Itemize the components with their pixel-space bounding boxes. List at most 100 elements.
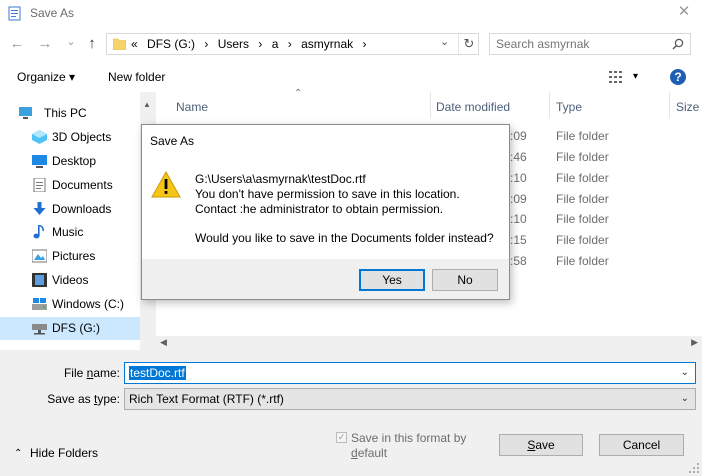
save-format-checkbox-label: Save in this format by default	[351, 431, 467, 460]
new-folder-button[interactable]: New folder	[108, 70, 165, 84]
no-button[interactable]: No	[432, 269, 498, 291]
dialog-title: Save As	[150, 134, 195, 148]
row-date: :10	[510, 171, 527, 185]
dialog-button-bar: Yes No	[142, 259, 509, 299]
save-as-type-select[interactable]: Rich Text Format (RTF) (*.rtf) ⌄	[124, 388, 696, 410]
window-title: Save As	[30, 6, 75, 20]
sidebar-item-this-pc[interactable]: This PC	[0, 102, 140, 125]
row-type: File folder	[556, 233, 609, 247]
dialog-path: G:\Users\a\asmyrnak\testDoc.rtf	[195, 172, 366, 186]
resize-grip-icon[interactable]	[688, 462, 700, 474]
view-options-icon[interactable]	[609, 71, 625, 83]
sidebar-item-windows-c[interactable]: Windows (C:)	[0, 293, 140, 316]
videos-icon	[32, 273, 47, 287]
sidebar-item-videos[interactable]: Videos	[0, 269, 140, 292]
yes-button[interactable]: Yes	[359, 269, 425, 291]
save-as-app-icon	[8, 6, 21, 21]
breadcrumb-separator[interactable]: ›	[204, 37, 208, 51]
pictures-icon	[32, 249, 47, 263]
save-as-type-label: Save as type:	[47, 392, 120, 406]
forward-arrow-icon[interactable]: →	[36, 34, 54, 54]
breadcrumb-users[interactable]: Users	[218, 37, 249, 51]
refresh-icon[interactable]: ↻	[458, 34, 479, 54]
sidebar-item-downloads[interactable]: Downloads	[0, 198, 140, 221]
row-date: :46	[510, 150, 527, 164]
desktop-icon	[32, 155, 47, 168]
file-name-label: File name:	[63, 366, 120, 380]
row-type: File folder	[556, 129, 609, 143]
scroll-left-icon[interactable]: ◀	[160, 337, 167, 348]
dialog-message-line: You don't have permission to save in thi…	[195, 187, 460, 201]
dialog-message-line: Contact :he administrator to obtain perm…	[195, 202, 444, 216]
drive-icon	[32, 298, 47, 310]
row-type: File folder	[556, 171, 609, 185]
sidebar-item-music[interactable]: Music	[0, 221, 140, 244]
breadcrumb-dfs[interactable]: DFS (G:)	[147, 37, 195, 51]
save-as-type-value: Rich Text Format (RTF) (*.rtf)	[129, 392, 284, 406]
download-icon	[33, 202, 46, 215]
search-icon[interactable]	[672, 38, 684, 50]
permission-dialog: Save As G:\Users\a\asmyrnak\testDoc.rtf …	[141, 124, 510, 300]
back-arrow-icon[interactable]: ←	[8, 34, 26, 54]
row-type: File folder	[556, 212, 609, 226]
close-icon[interactable]: ✕	[676, 4, 692, 20]
column-divider[interactable]	[669, 92, 670, 118]
hide-folders-chevron-icon[interactable]: ⌃	[14, 448, 22, 459]
search-input[interactable]	[496, 37, 666, 51]
warning-icon	[151, 171, 181, 198]
row-date: :09	[510, 192, 527, 206]
save-as-type-dropdown-icon[interactable]: ⌄	[681, 393, 689, 404]
column-header-type[interactable]: Type	[556, 100, 582, 114]
command-bar	[0, 64, 702, 93]
column-header-size[interactable]: Size	[676, 100, 699, 114]
cancel-button[interactable]: Cancel	[599, 434, 684, 456]
row-date: :15	[510, 233, 527, 247]
row-type: File folder	[556, 192, 609, 206]
dialog-question: Would you like to save in the Documents …	[195, 231, 494, 245]
file-name-dropdown-icon[interactable]: ⌄	[681, 367, 689, 378]
title-bar	[0, 0, 702, 28]
organize-menu[interactable]: Organize ▾	[17, 70, 75, 84]
sidebar-item-documents[interactable]: Documents	[0, 174, 140, 197]
address-dropdown-icon[interactable]: ⌄	[440, 35, 449, 48]
row-type: File folder	[556, 254, 609, 268]
breadcrumb-separator[interactable]: ›	[362, 37, 366, 51]
row-date: :58	[510, 254, 527, 268]
scroll-up-icon[interactable]: ▲	[143, 100, 151, 109]
network-drive-icon	[32, 324, 47, 335]
save-button[interactable]: Save	[499, 434, 583, 456]
file-name-value[interactable]: testDoc.rtf	[129, 366, 186, 380]
documents-icon	[33, 178, 46, 192]
scroll-right-icon[interactable]: ▶	[691, 337, 698, 348]
breadcrumb-separator[interactable]: ›	[258, 37, 262, 51]
view-dropdown-icon[interactable]: ▾	[633, 71, 638, 82]
save-format-checkbox[interactable]: ✓	[336, 432, 347, 443]
up-arrow-icon[interactable]: ↑	[83, 34, 101, 54]
breadcrumb-separator[interactable]: ›	[288, 37, 292, 51]
search-box[interactable]	[489, 33, 691, 55]
pc-icon	[19, 107, 32, 119]
folder-icon	[113, 38, 126, 50]
file-name-input[interactable]: testDoc.rtf ⌄	[124, 362, 696, 384]
column-divider[interactable]	[549, 92, 550, 118]
sidebar-item-pictures[interactable]: Pictures	[0, 245, 140, 268]
row-date: :10	[510, 212, 527, 226]
column-divider[interactable]	[430, 92, 431, 118]
sort-ascending-icon: ⌃	[294, 88, 303, 99]
sidebar-item-desktop[interactable]: Desktop	[0, 150, 140, 173]
sidebar-item-3d-objects[interactable]: 3D Objects	[0, 126, 140, 149]
breadcrumb-asmyrnak[interactable]: asmyrnak	[301, 37, 353, 51]
file-list-horizontal-scrollbar[interactable]: ◀ ▶	[156, 336, 702, 350]
column-header-name[interactable]: Name	[176, 100, 208, 114]
help-icon[interactable]: ?	[670, 69, 686, 85]
recent-locations-icon[interactable]: ⌄	[62, 32, 80, 52]
address-bar[interactable]: « DFS (G:) › Users › a › asmyrnak › ⌄ ↻	[106, 33, 479, 55]
row-date: :09	[510, 129, 527, 143]
breadcrumb-overflow[interactable]: «	[131, 37, 138, 51]
sidebar-item-dfs-g[interactable]: DFS (G:)	[0, 317, 140, 340]
row-type: File folder	[556, 150, 609, 164]
column-header-date-modified[interactable]: Date modified	[436, 100, 510, 114]
breadcrumb-a[interactable]: a	[272, 37, 279, 51]
breadcrumb: « DFS (G:) › Users › a › asmyrnak ›	[131, 37, 372, 51]
hide-folders-button[interactable]: Hide Folders	[30, 446, 98, 460]
